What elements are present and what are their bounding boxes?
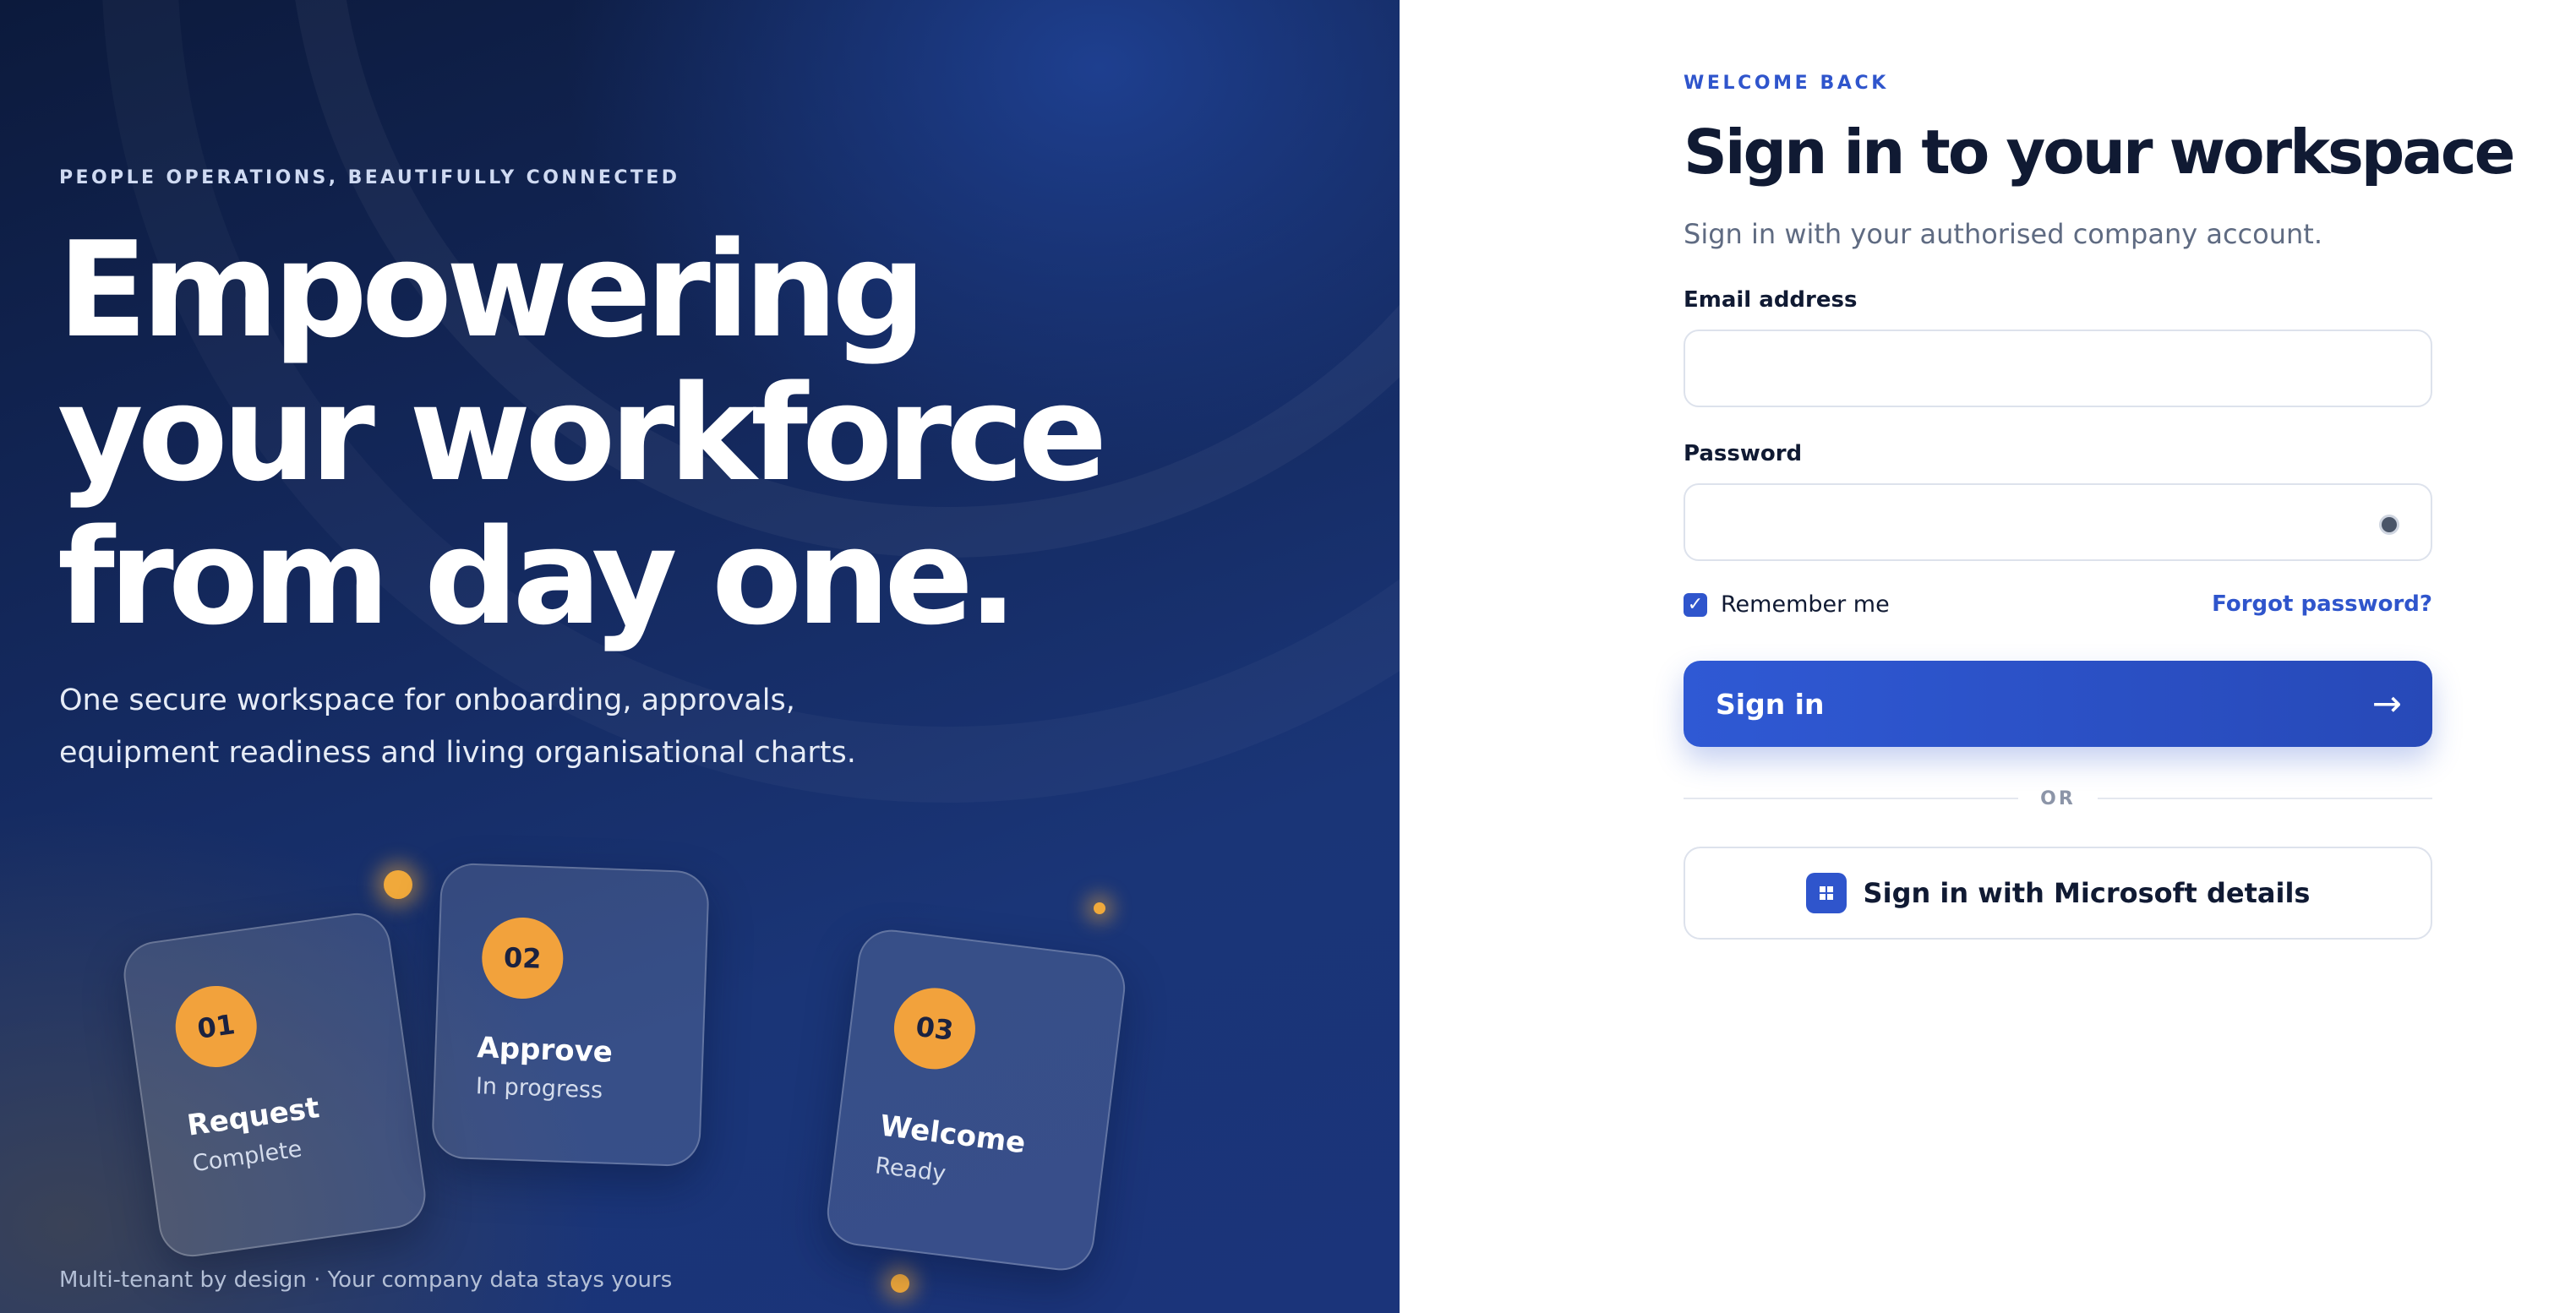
step-number-badge: 01: [170, 980, 262, 1073]
email-field-wrapper: [1684, 330, 2432, 407]
check-icon[interactable]: ✓: [1684, 592, 1707, 617]
step-title: Request: [185, 1091, 322, 1143]
email-field[interactable]: [1685, 331, 2431, 406]
glow-dot: [1094, 902, 1105, 914]
form-subtitle: Sign in with your authorised company acc…: [1684, 218, 2322, 250]
arrow-right-icon: →: [2371, 683, 2402, 724]
divider-line: [2097, 798, 2432, 799]
divider-line: [1684, 798, 2019, 799]
step-card-approve: 02 Approve In progress: [430, 862, 711, 1168]
password-field[interactable]: [1685, 485, 2431, 559]
step-title: Approve: [476, 1031, 614, 1070]
microsoft-sign-in-button[interactable]: Sign in with Microsoft details: [1684, 847, 2432, 940]
password-field-wrapper: [1684, 483, 2432, 561]
headline-line: Empowering: [57, 213, 926, 367]
hero-headline: Empowering your workforce from day one.: [57, 218, 1156, 649]
hero-footnote: Multi-tenant by design · Your company da…: [59, 1267, 673, 1293]
remember-me-label: Remember me: [1721, 591, 1890, 618]
glow-dot: [384, 870, 412, 899]
step-card-welcome: 03 Welcome Ready: [823, 926, 1129, 1274]
remember-me-toggle[interactable]: ✓ Remember me: [1684, 591, 1890, 618]
step-status: In progress: [475, 1073, 603, 1104]
step-number-badge: 02: [480, 916, 565, 1000]
password-label: Password: [1684, 441, 1803, 466]
hero-subcopy: One secure workspace for onboarding, app…: [59, 674, 904, 779]
sign-in-label: Sign in: [1716, 687, 1825, 721]
email-label: Email address: [1684, 287, 1858, 313]
forgot-password-link[interactable]: Forgot password?: [2212, 591, 2432, 617]
subcopy-line: equipment readiness and living organisat…: [59, 736, 856, 770]
or-divider: OR: [1684, 777, 2432, 820]
step-title: Welcome: [878, 1109, 1028, 1161]
microsoft-sign-in-label: Sign in with Microsoft details: [1863, 877, 2311, 909]
microsoft-icon: [1805, 873, 1847, 913]
subcopy-line: One secure workspace for onboarding, app…: [59, 684, 795, 717]
sign-in-button[interactable]: Sign in →: [1684, 661, 2432, 747]
step-number-badge: 03: [889, 983, 980, 1074]
divider-label: OR: [2040, 787, 2076, 809]
form-title: Sign in to your workspace: [1684, 117, 2515, 188]
hero-eyebrow: PEOPLE OPERATIONS, BEAUTIFULLY CONNECTED: [59, 167, 680, 188]
hero-panel: PEOPLE OPERATIONS, BEAUTIFULLY CONNECTED…: [0, 0, 1400, 1313]
step-status: Ready: [873, 1152, 947, 1188]
sign-in-form: WELCOME BACK Sign in to your workspace S…: [1684, 0, 2515, 1313]
headline-line: from day one.: [57, 500, 1018, 654]
form-eyebrow: WELCOME BACK: [1684, 73, 1889, 94]
headline-line: your workforce: [57, 357, 1107, 510]
step-status: Complete: [190, 1136, 304, 1178]
step-card-request: 01 Request Complete: [119, 908, 430, 1261]
eye-icon[interactable]: [2382, 517, 2397, 532]
glow-dot: [891, 1274, 909, 1293]
